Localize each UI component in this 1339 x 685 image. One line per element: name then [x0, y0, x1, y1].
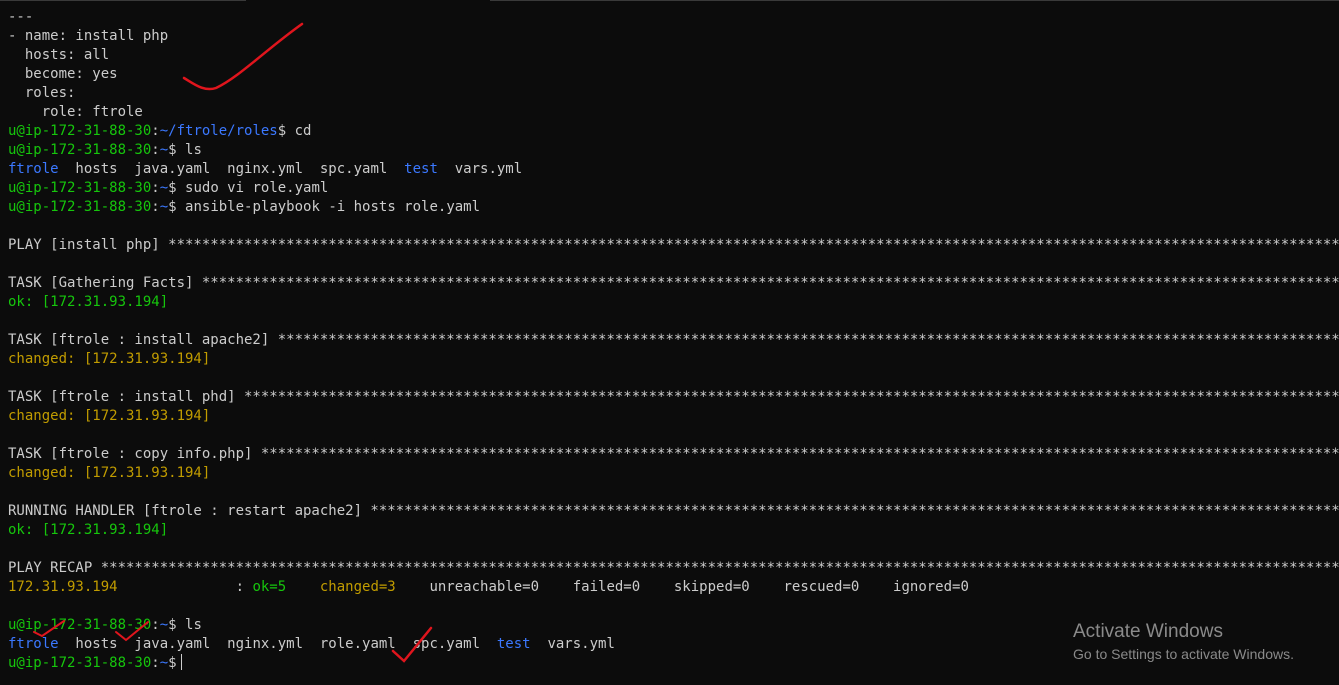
ls-output: ftrole hosts java.yaml nginx.yml spc.yam…	[8, 160, 1339, 179]
file-entries: hosts java.yaml nginx.yml role.yaml spc.…	[58, 636, 497, 652]
task-result-ok: ok: [172.31.93.194]	[8, 294, 169, 310]
prompt-path: ~	[159, 199, 169, 215]
command-text: sudo vi role.yaml	[176, 180, 329, 196]
command-line-playbook: u@ip-172-31-88-30:~$ ansible-playbook -i…	[8, 198, 1339, 217]
yaml-become-line: become: yes	[8, 66, 118, 82]
command-line-vi: u@ip-172-31-88-30:~$ sudo vi role.yaml	[8, 179, 1339, 198]
prompt-dollar: $	[168, 199, 177, 215]
terminal-window[interactable]: --- - name: install php hosts: all becom…	[0, 0, 1339, 685]
command-text: ls	[176, 617, 202, 633]
command-text: cd	[286, 123, 312, 139]
handler-result-ok: ok: [172.31.93.194]	[8, 522, 169, 538]
task-result-changed: changed: [172.31.93.194]	[8, 465, 211, 481]
prompt-dollar: $	[277, 123, 287, 139]
task-result-changed: changed: [172.31.93.194]	[8, 408, 211, 424]
command-line-cd: u@ip-172-31-88-30:~/ftrole/roles$ cd	[8, 122, 1339, 141]
prompt-separator: :	[151, 617, 160, 633]
task-header-apache: TASK [ftrole : install apache2] ********…	[8, 332, 1339, 348]
yaml-hosts-line: hosts: all	[8, 47, 110, 63]
watermark-subtitle: Go to Settings to activate Windows.	[1073, 646, 1294, 662]
command-text: ls	[176, 142, 202, 158]
recap-ok: ok=5	[252, 579, 287, 595]
prompt-path: ~	[159, 180, 169, 196]
prompt-path: ~	[159, 142, 169, 158]
prompt-dollar: $	[168, 655, 177, 671]
prompt-dollar: $	[168, 142, 177, 158]
file-entries: vars.yml	[530, 636, 615, 652]
prompt-separator: :	[151, 123, 160, 139]
watermark-title: Activate Windows	[1073, 621, 1223, 642]
yaml-role-line: role: ftrole	[8, 104, 143, 120]
file-entries: vars.yml	[437, 161, 523, 177]
recap-host: 172.31.93.194	[8, 579, 118, 595]
task-header-facts: TASK [Gathering Facts] *****************…	[8, 275, 1339, 291]
recap-changed: changed=3	[319, 579, 396, 595]
file-entries: hosts java.yaml nginx.yml spc.yaml	[58, 161, 405, 177]
dir-entry: ftrole	[8, 161, 59, 177]
recap-header: PLAY RECAP *****************************…	[8, 560, 1339, 576]
prompt-user: u@ip-172-31-88-30	[8, 180, 152, 196]
recap-other-stats: unreachable=0 failed=0 skipped=0 rescued…	[395, 579, 969, 595]
activate-windows-watermark: Activate Windows Go to Settings to activ…	[1073, 620, 1294, 664]
handler-header: RUNNING HANDLER [ftrole : restart apache…	[8, 503, 1339, 519]
window-top-edge	[0, 0, 1339, 2]
prompt-separator: :	[151, 180, 160, 196]
prompt-user: u@ip-172-31-88-30	[8, 655, 152, 671]
recap-row: 172.31.93.194 : ok=5 changed=3 unreachab…	[8, 578, 1339, 597]
prompt-separator: :	[151, 655, 160, 671]
prompt-separator: :	[151, 199, 160, 215]
prompt-dollar: $	[168, 180, 177, 196]
prompt-user: u@ip-172-31-88-30	[8, 123, 152, 139]
yaml-roles-line: roles:	[8, 85, 76, 101]
task-result-changed: changed: [172.31.93.194]	[8, 351, 211, 367]
text-cursor	[180, 654, 182, 670]
prompt-separator: :	[151, 142, 160, 158]
prompt-dollar: $	[168, 617, 177, 633]
task-header-copy: TASK [ftrole : copy info.php] **********…	[8, 446, 1339, 462]
prompt-path: ~	[159, 655, 169, 671]
task-header-phd: TASK [ftrole : install phd] ************…	[8, 389, 1339, 405]
command-line-ls: u@ip-172-31-88-30:~$ ls	[8, 141, 1339, 160]
terminal-output[interactable]: --- - name: install php hosts: all becom…	[8, 8, 1339, 673]
yaml-doc-start: ---	[8, 9, 34, 25]
dir-entry: test	[404, 161, 438, 177]
yaml-name-line: - name: install php	[8, 28, 169, 44]
dir-entry: test	[496, 636, 531, 652]
prompt-user: u@ip-172-31-88-30	[8, 617, 152, 633]
command-text: ansible-playbook -i hosts role.yaml	[176, 199, 481, 215]
recap-separator: :	[117, 579, 253, 595]
prompt-path: ~	[159, 617, 169, 633]
prompt-path: ~/ftrole/roles	[159, 123, 278, 139]
play-header: PLAY [install php] *********************…	[8, 237, 1339, 253]
prompt-user: u@ip-172-31-88-30	[8, 142, 152, 158]
dir-entry: ftrole	[8, 636, 59, 652]
prompt-user: u@ip-172-31-88-30	[8, 199, 152, 215]
